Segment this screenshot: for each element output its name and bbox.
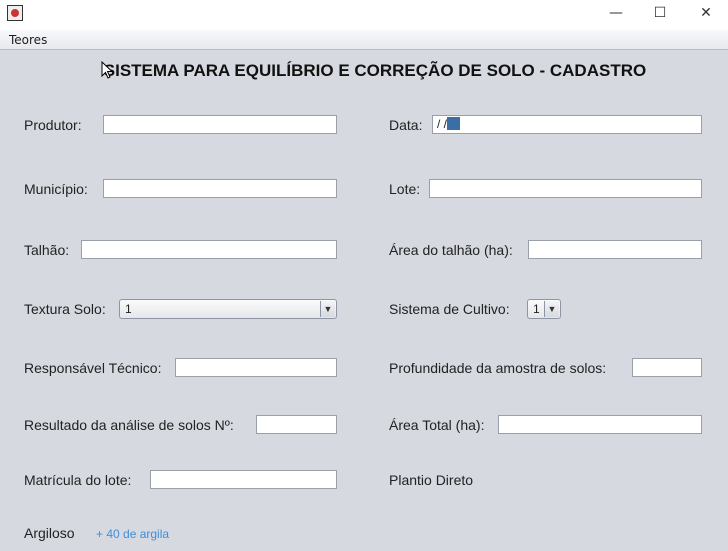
text-selection xyxy=(447,117,461,130)
municipio-field[interactable] xyxy=(103,179,337,198)
title-bar: — ☐ ✕ xyxy=(0,0,728,30)
talhao-field[interactable] xyxy=(81,240,337,259)
resultado-label: Resultado da análise de solos Nº: xyxy=(24,417,234,433)
textura-solo-select[interactable]: 1 ▼ xyxy=(119,299,337,319)
area-talhao-label: Área do talhão (ha): xyxy=(389,242,513,258)
minimize-button[interactable]: — xyxy=(602,4,630,22)
sistema-cultivo-select[interactable]: 1 ▼ xyxy=(527,299,561,319)
responsavel-field[interactable] xyxy=(175,358,337,377)
area-total-label: Área Total (ha): xyxy=(389,417,485,433)
textura-solo-value: 1 xyxy=(125,302,132,316)
resultado-field[interactable] xyxy=(256,415,337,434)
chevron-down-icon[interactable]: ▼ xyxy=(544,301,559,317)
talhao-label: Talhão: xyxy=(24,242,70,258)
profundidade-label: Profundidade da amostra de solos: xyxy=(389,360,607,376)
menu-teores[interactable]: Teores xyxy=(9,33,47,47)
area-total-field[interactable] xyxy=(498,415,702,434)
sistema-cultivo-value: 1 xyxy=(533,302,540,316)
produtor-label: Produtor: xyxy=(24,117,82,133)
textura-solo-label: Textura Solo: xyxy=(24,301,106,317)
menu-bar: Teores xyxy=(0,30,728,50)
municipio-label: Município: xyxy=(24,181,88,197)
responsavel-label: Responsável Técnico: xyxy=(24,360,162,376)
chevron-down-icon[interactable]: ▼ xyxy=(320,301,335,317)
matricula-field[interactable] xyxy=(150,470,337,489)
argiloso-label: Argiloso xyxy=(24,525,75,541)
produtor-field[interactable] xyxy=(103,115,337,134)
close-button[interactable]: ✕ xyxy=(692,4,720,22)
matricula-label: Matrícula do lote: xyxy=(24,472,132,488)
app-icon xyxy=(7,5,23,21)
data-field[interactable]: / / xyxy=(432,115,702,134)
lote-field[interactable] xyxy=(429,179,702,198)
profundidade-field[interactable] xyxy=(632,358,702,377)
mouse-cursor-icon xyxy=(101,61,113,79)
sistema-cultivo-label: Sistema de Cultivo: xyxy=(389,301,510,317)
lote-label: Lote: xyxy=(389,181,421,197)
data-label: Data: xyxy=(389,117,423,133)
argila-note: + 40 de argila xyxy=(96,527,170,541)
data-value: / / xyxy=(437,117,448,131)
area-talhao-field[interactable] xyxy=(528,240,702,259)
plantio-direto-label: Plantio Direto xyxy=(389,472,474,488)
maximize-button[interactable]: ☐ xyxy=(646,4,674,22)
